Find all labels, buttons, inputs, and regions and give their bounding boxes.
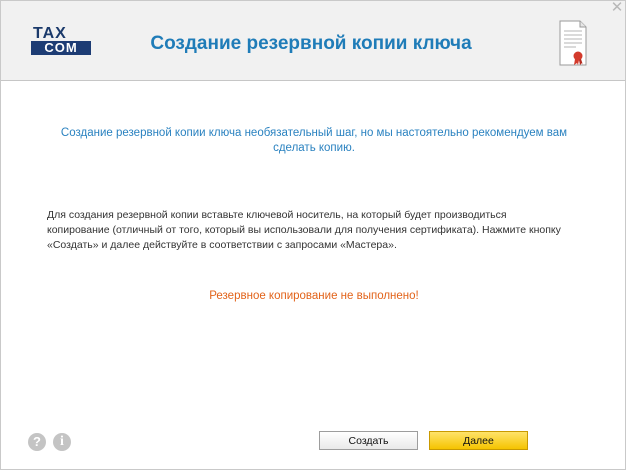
create-button[interactable]: Создать <box>319 431 418 450</box>
logo-text-bottom: COM <box>31 41 91 55</box>
close-icon[interactable]: ✕ <box>609 0 625 17</box>
certificate-icon <box>558 19 588 67</box>
info-icon[interactable]: i <box>53 433 71 451</box>
taxcom-logo: TAX COM <box>31 25 91 55</box>
page-title: Создание резервной копии ключа <box>150 33 472 54</box>
instructions-text: Для создания резервной копии вставьте кл… <box>47 209 561 251</box>
intro-text: Создание резервной копии ключа необязате… <box>60 127 568 154</box>
status-message: Резервное копирование не выполнено! <box>209 290 419 302</box>
logo-text-top: TAX <box>33 25 67 42</box>
next-button[interactable]: Далее <box>429 431 528 450</box>
help-icon[interactable]: ? <box>28 433 46 451</box>
wizard-header: TAX COM Создание резервной копии ключа <box>1 1 625 81</box>
wizard-window: TAX COM Создание резервной копии ключа ✕… <box>0 0 626 470</box>
